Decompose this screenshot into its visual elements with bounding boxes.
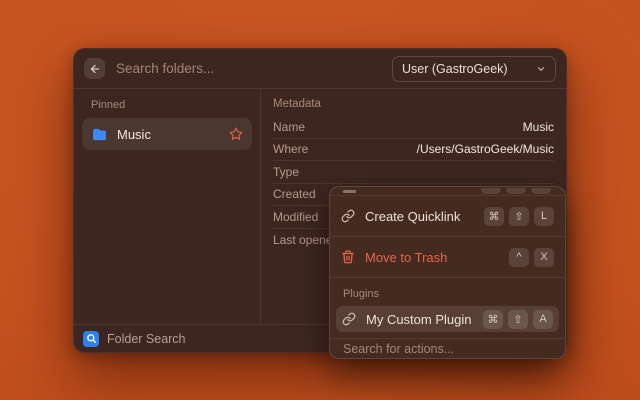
pinned-section-label: Pinned <box>82 97 252 118</box>
user-dropdown-value: User (GastroGeek) <box>402 62 530 76</box>
link-icon <box>341 209 355 223</box>
keycap: X <box>534 248 554 267</box>
plugins-section-label: Plugins <box>330 278 565 306</box>
keycap: L <box>534 207 554 226</box>
menu-item-my-custom-plugin[interactable]: My Custom Plugin ⌘ ⇧ A <box>336 306 559 332</box>
folder-icon <box>91 126 108 143</box>
metadata-row-where: Where /Users/GastroGeek/Music <box>273 139 554 162</box>
metadata-title: Metadata <box>273 94 554 116</box>
keycap: ⇧ <box>508 310 528 329</box>
app-name: Folder Search <box>107 332 361 346</box>
sidebar-item-label: Music <box>117 127 151 142</box>
keycap: ⇧ <box>509 207 529 226</box>
actions-search-input[interactable] <box>343 342 552 356</box>
keycap: ^ <box>509 248 529 267</box>
menu-item-move-to-trash[interactable]: Move to Trash ^ X <box>330 237 565 277</box>
star-icon <box>229 127 243 141</box>
search-icon <box>86 333 97 344</box>
keycap: ⌘ <box>483 310 503 329</box>
keycap: A <box>533 310 553 329</box>
clipped-keycap <box>531 188 551 194</box>
folder-search-app-icon <box>83 331 99 347</box>
clipped-menu-item[interactable] <box>330 187 565 195</box>
metadata-row-type: Type <box>273 161 554 184</box>
chevron-down-icon <box>536 64 546 74</box>
arrow-left-icon <box>89 63 101 75</box>
top-bar: User (GastroGeek) <box>74 49 566 89</box>
menu-item-create-quicklink[interactable]: Create Quicklink ⌘ ⇧ L <box>330 196 565 236</box>
clipped-keycap <box>506 188 526 194</box>
actions-menu: Create Quicklink ⌘ ⇧ L Move to Trash ^ X… <box>329 186 566 359</box>
trash-icon <box>341 250 355 264</box>
clipped-icon-fragment <box>343 190 356 193</box>
main-body: Pinned Music Metadata Name Music Where /… <box>74 89 566 324</box>
results-sidebar: Pinned Music <box>74 89 261 324</box>
clipped-keycap <box>481 188 501 194</box>
user-dropdown[interactable]: User (GastroGeek) <box>392 56 556 82</box>
metadata-row-name: Name Music <box>273 116 554 139</box>
sidebar-item-music[interactable]: Music <box>82 118 252 150</box>
keycap: ⌘ <box>484 207 504 226</box>
launcher-window: User (GastroGeek) Pinned Music Metadata … <box>73 48 567 353</box>
search-input[interactable] <box>116 61 381 76</box>
back-button[interactable] <box>84 58 105 79</box>
link-icon <box>342 312 356 326</box>
